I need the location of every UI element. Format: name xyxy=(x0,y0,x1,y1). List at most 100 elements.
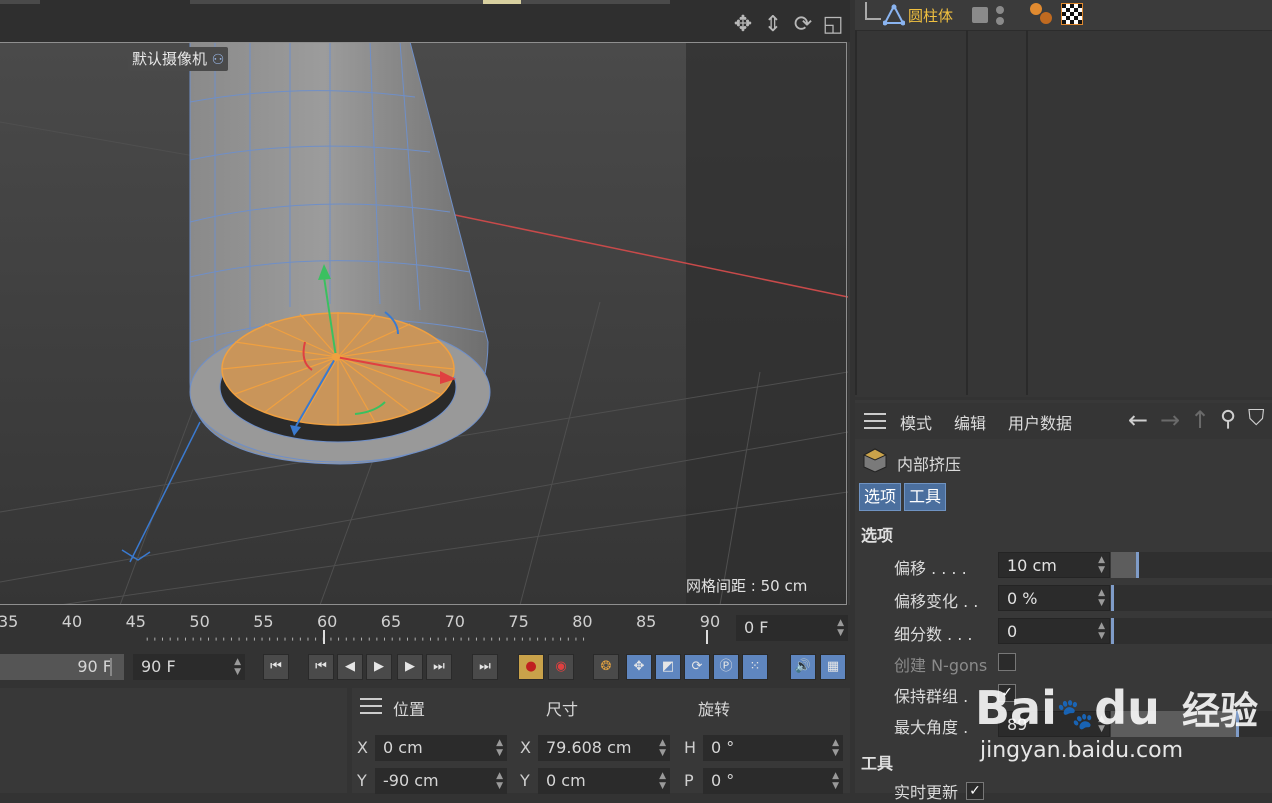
pos-x-axis-label: X xyxy=(357,738,368,757)
toggle-view-icon[interactable]: ◱ xyxy=(820,12,846,38)
timeline-tick-label: 80 xyxy=(572,612,593,631)
go-to-next-key-button[interactable]: ⏭ xyxy=(426,654,452,680)
go-to-end-button[interactable]: ⏭ xyxy=(472,654,498,680)
ruler-major-mark xyxy=(323,630,325,644)
end-frame-field[interactable]: 90 F ▲ ▼ xyxy=(133,654,245,680)
size-x-value: 79.608 cm xyxy=(546,738,632,757)
hamburger-menu-icon[interactable] xyxy=(864,413,886,429)
tag-phong-icon[interactable] xyxy=(1030,3,1042,15)
size-y-value: 0 cm xyxy=(546,771,586,790)
go-to-start-button[interactable]: ⏮ xyxy=(263,654,289,680)
preview-end-field[interactable]: 90 F xyxy=(0,654,124,680)
subdivision-input[interactable]: 0 ▲ ▼ xyxy=(998,618,1110,644)
camera-label[interactable]: 默认摄像机 ⚇ xyxy=(128,47,229,71)
film-button[interactable]: ▦ xyxy=(820,654,846,680)
viewport-scene[interactable] xyxy=(0,42,848,605)
current-frame-field[interactable]: 0 F ▲ ▼ xyxy=(736,615,848,641)
menu-user-data[interactable]: 用户数据 xyxy=(1008,410,1072,434)
ruler-major-mark xyxy=(706,630,708,644)
timeline-ruler-marks[interactable] xyxy=(0,637,730,643)
spinner-icon[interactable]: ▲ ▼ xyxy=(1098,588,1105,608)
spinner-icon[interactable]: ▲ ▼ xyxy=(659,771,666,791)
pos-y-axis-label: Y xyxy=(357,771,367,790)
offset-variation-input[interactable]: 0 % ▲ ▼ xyxy=(998,585,1110,611)
spinner-icon[interactable]: ▲ ▼ xyxy=(832,771,839,791)
rot-h-input[interactable]: 0 ° ▲ ▼ xyxy=(703,735,843,761)
safe-frame-shade xyxy=(686,42,848,605)
forward-arrow-icon[interactable]: → xyxy=(1160,406,1180,434)
column-divider xyxy=(855,30,857,395)
layer-icon[interactable] xyxy=(972,7,988,23)
spinner-icon[interactable]: ▲ ▼ xyxy=(496,738,503,758)
column-divider[interactable] xyxy=(966,30,968,395)
record-keys-button[interactable]: ● xyxy=(518,654,544,680)
viewport-menu-item[interactable] xyxy=(0,0,40,4)
offset-input[interactable]: 10 cm ▲ ▼ xyxy=(998,552,1110,578)
pos-x-input[interactable]: 0 cm ▲ ▼ xyxy=(375,735,507,761)
3d-viewport[interactable]: ✥ ⇕ ⟳ ◱ 默认摄像机 ⚇ 网格间距: 50 cm xyxy=(0,0,850,605)
watermark-logo: Bai🐾du 经验 xyxy=(975,680,1258,735)
offset-variation-slider[interactable] xyxy=(1111,585,1272,611)
back-arrow-icon[interactable]: ← xyxy=(1128,406,1148,434)
prev-frame-button[interactable]: ◀ xyxy=(337,654,363,680)
spinner-icon[interactable]: ▲ ▼ xyxy=(837,618,844,638)
offset-slider[interactable] xyxy=(1111,552,1272,578)
render-visibility-dot[interactable] xyxy=(996,17,1004,25)
search-icon[interactable]: ⚲ xyxy=(1220,407,1236,432)
spinner-icon[interactable]: ▲ ▼ xyxy=(1098,555,1105,575)
keyframe-selection-button[interactable]: ❂ xyxy=(593,654,619,680)
tab-options[interactable]: 选项 xyxy=(859,483,902,511)
field-handle[interactable] xyxy=(110,658,112,676)
pos-x-value: 0 cm xyxy=(383,738,423,757)
tool-section-header: 工具 xyxy=(861,754,894,773)
tab-tool[interactable]: 工具 xyxy=(904,483,947,511)
spinner-icon[interactable]: ▲ ▼ xyxy=(234,657,241,677)
watermark-brand-2: du xyxy=(1094,681,1160,735)
rot-p-input[interactable]: 0 ° ▲ ▼ xyxy=(703,768,843,794)
material-manager-panel xyxy=(0,688,347,793)
size-y-input[interactable]: 0 cm ▲ ▼ xyxy=(538,768,670,794)
pos-y-value: -90 cm xyxy=(383,771,439,790)
dolly-view-icon[interactable]: ⇕ xyxy=(760,12,786,38)
timeline-tick-label: 35 xyxy=(0,612,19,631)
rotate-view-icon[interactable]: ⟳ xyxy=(790,12,816,38)
play-button[interactable]: ▶ xyxy=(366,654,392,680)
editor-visibility-dot[interactable] xyxy=(996,6,1004,14)
autokey-button[interactable]: ◉ xyxy=(548,654,574,680)
spinner-icon[interactable]: ▲ ▼ xyxy=(1098,621,1105,641)
spinner-icon[interactable]: ▲ ▼ xyxy=(496,771,503,791)
realtime-update-checkbox[interactable]: ✓ xyxy=(966,782,984,800)
keep-groups-label: 保持群组 . xyxy=(894,687,969,706)
spinner-icon[interactable]: ▲ ▼ xyxy=(832,738,839,758)
offset-value: 10 cm xyxy=(1007,556,1057,575)
menu-edit[interactable]: 编辑 xyxy=(954,410,986,434)
key-parameter-button[interactable]: Ⓟ xyxy=(713,654,739,680)
go-to-prev-key-button[interactable]: ⏮ xyxy=(308,654,334,680)
size-y-axis-label: Y xyxy=(520,771,530,790)
key-pla-button[interactable]: ⁙ xyxy=(742,654,768,680)
size-x-input[interactable]: 79.608 cm ▲ ▼ xyxy=(538,735,670,761)
next-frame-button[interactable]: ▶ xyxy=(397,654,423,680)
spinner-icon[interactable]: ▲ ▼ xyxy=(659,738,666,758)
up-arrow-icon[interactable]: ↑ xyxy=(1190,406,1210,434)
object-name[interactable]: 圆柱体 xyxy=(908,5,953,26)
key-rotation-button[interactable]: ⟳ xyxy=(684,654,710,680)
camera-label-text: 默认摄像机 xyxy=(132,50,208,68)
subdivision-slider[interactable] xyxy=(1111,618,1272,644)
tool-name: 内部挤压 xyxy=(897,455,962,474)
hamburger-menu-icon[interactable] xyxy=(360,698,382,714)
object-manager[interactable] xyxy=(855,0,1272,397)
size-x-axis-label: X xyxy=(520,738,531,757)
create-ngons-checkbox[interactable] xyxy=(998,653,1016,671)
end-frame-value: 90 F xyxy=(141,657,176,676)
key-scale-button[interactable]: ◩ xyxy=(655,654,681,680)
viewport-menu-strip[interactable] xyxy=(190,0,670,4)
sound-button[interactable]: 🔊 xyxy=(790,654,816,680)
pos-y-input[interactable]: -90 cm ▲ ▼ xyxy=(375,768,507,794)
menu-mode[interactable]: 模式 xyxy=(900,410,932,434)
key-position-button[interactable]: ✥ xyxy=(626,654,652,680)
filter-icon[interactable]: ⛉ xyxy=(1248,406,1265,431)
move-view-icon[interactable]: ✥ xyxy=(730,12,756,38)
material-tag-icon[interactable] xyxy=(1061,3,1083,25)
column-divider[interactable] xyxy=(1026,30,1028,395)
